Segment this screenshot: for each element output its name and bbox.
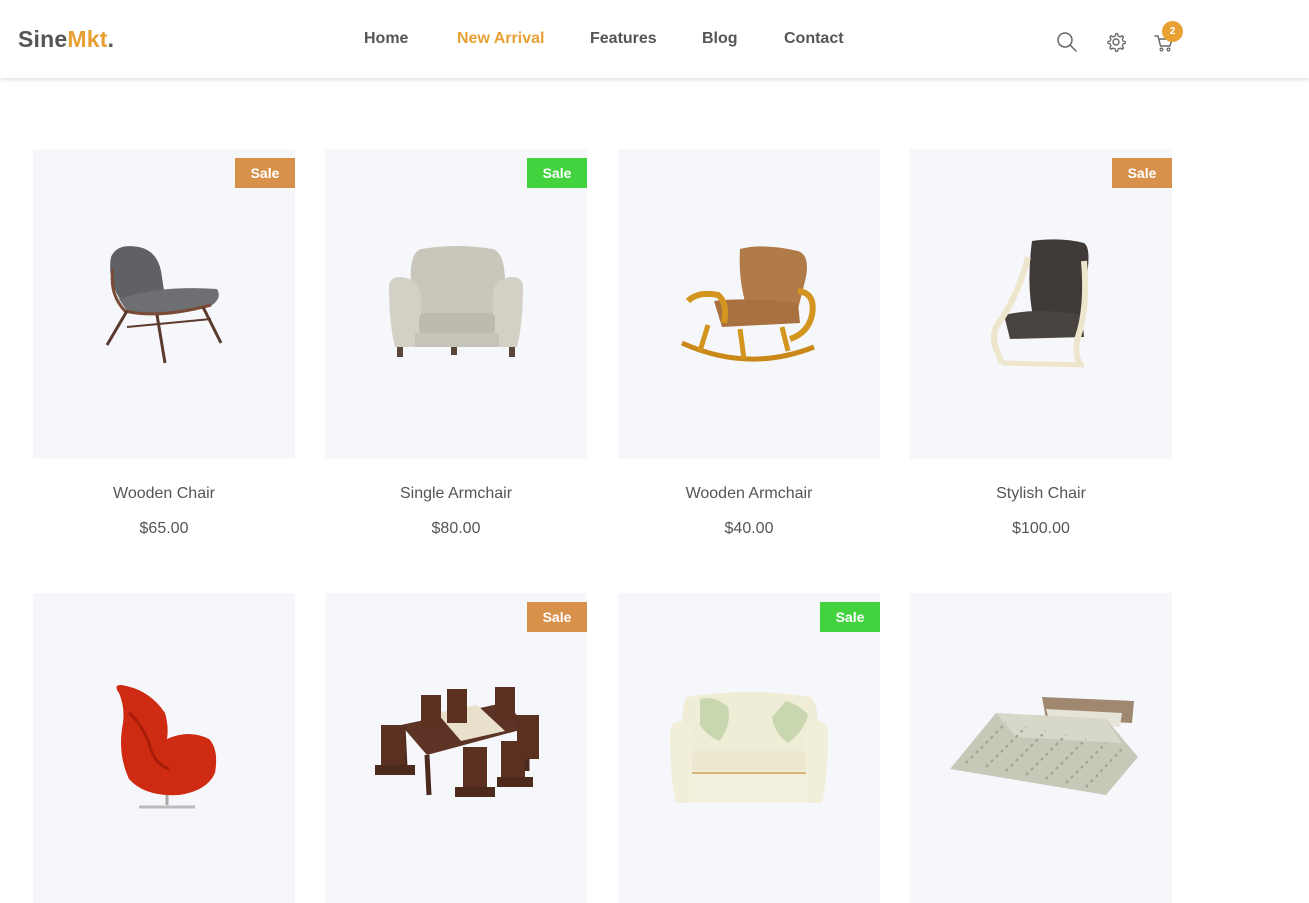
sale-badge: Sale (1112, 158, 1172, 188)
product-image: Sale (325, 593, 587, 903)
product-image (910, 593, 1172, 903)
product-image: Sale (33, 149, 295, 459)
egg-chair-image (116, 685, 217, 809)
site-header: SineMkt. Home New Arrival Features Blog … (0, 0, 1309, 78)
brand-logo[interactable]: SineMkt. (18, 26, 114, 53)
brand-part-2: Mkt (67, 26, 108, 52)
nav-home[interactable]: Home (364, 30, 408, 48)
armchair-image (389, 246, 523, 357)
product-name[interactable]: Wooden Armchair (618, 485, 880, 503)
sale-badge: Sale (820, 602, 880, 632)
stylish-chair-image (991, 239, 1089, 368)
product-price: $65.00 (139, 520, 189, 537)
brand-dot: . (107, 26, 115, 52)
nav-features[interactable]: Features (590, 30, 657, 48)
product-name[interactable]: Stylish Chair (910, 485, 1172, 503)
product-image: Sale (618, 593, 880, 903)
sale-badge: Sale (235, 158, 295, 188)
dining-set-image (375, 687, 539, 797)
bed-image (950, 697, 1138, 795)
nav-contact[interactable]: Contact (784, 30, 844, 48)
loveseat-image (670, 692, 828, 803)
product-price: $80.00 (431, 520, 481, 537)
nav-new-arrival[interactable]: New Arrival (457, 30, 544, 48)
cart-count-badge: 2 (1162, 21, 1183, 42)
gear-icon[interactable] (1105, 31, 1127, 53)
product-image (33, 593, 295, 903)
product-name[interactable]: Wooden Chair (33, 485, 295, 503)
nav-blog[interactable]: Blog (702, 30, 738, 48)
product-price: $100.00 (1012, 520, 1070, 537)
search-icon[interactable] (1056, 31, 1078, 53)
product-price: $40.00 (724, 520, 774, 537)
product-image (618, 149, 880, 459)
rocking-chair-image (680, 246, 816, 362)
sale-badge: Sale (527, 602, 587, 632)
product-image: Sale (910, 149, 1172, 459)
lounge-chair-image (105, 246, 223, 364)
product-name[interactable]: Single Armchair (325, 485, 587, 503)
brand-part-1: Sine (18, 26, 68, 52)
product-image: Sale (325, 149, 587, 459)
sale-badge: Sale (527, 158, 587, 188)
